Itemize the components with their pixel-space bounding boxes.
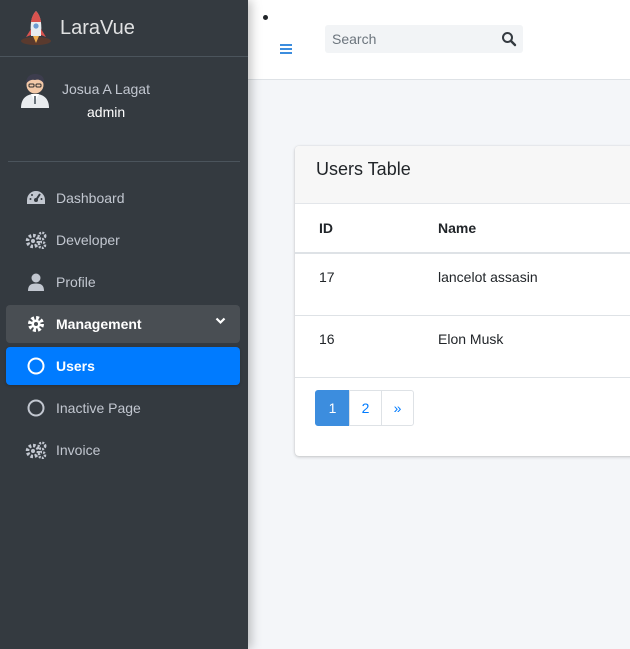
nav-label-dashboard: Dashboard	[56, 190, 125, 206]
tachometer-icon	[24, 188, 48, 208]
pagination: 1 2 »	[315, 390, 414, 426]
cell-name: lancelot assasin	[438, 253, 630, 316]
top-navbar	[248, 0, 630, 80]
circle-icon	[24, 398, 48, 418]
next-page-button[interactable]: »	[381, 390, 414, 426]
rocket-logo-icon	[21, 11, 51, 45]
table-row[interactable]: 16 Elon Musk	[295, 315, 630, 378]
page-1-button[interactable]: 1	[315, 390, 350, 426]
column-header-id: ID	[295, 204, 438, 254]
users-table: ID Name 17 lancelot assasin 16 Elon Musk	[295, 204, 630, 378]
menu-toggle-icon[interactable]	[278, 40, 294, 56]
nav-item-profile[interactable]: Profile	[6, 263, 240, 301]
users-table-card: Users Table ID Name 17 lancelot assasin …	[295, 146, 630, 456]
nav-item-management[interactable]: Management	[6, 305, 240, 343]
chevron-down-icon	[215, 317, 226, 325]
nav-item-developer[interactable]: Developer	[6, 221, 240, 259]
nav-item-dashboard[interactable]: Dashboard	[6, 179, 240, 217]
circle-icon	[24, 356, 48, 376]
card-title: Users Table	[316, 159, 411, 179]
column-header-name: Name	[438, 204, 630, 254]
brand-link[interactable]: LaraVue	[0, 0, 248, 57]
user-icon	[24, 272, 48, 292]
bullet-dot	[263, 15, 268, 20]
search-input[interactable]	[325, 31, 485, 47]
nav-item-users[interactable]: Users	[6, 347, 240, 385]
user-panel: Josua A Lagat admin	[8, 57, 240, 162]
cog-icon	[24, 314, 48, 334]
page-2-button[interactable]: 2	[349, 390, 382, 426]
user-role: admin	[87, 104, 126, 120]
nav-label-developer: Developer	[56, 232, 120, 248]
brand-name: LaraVue	[60, 16, 135, 39]
table-header-row: ID Name	[295, 204, 630, 254]
nav-label-inactive-page: Inactive Page	[56, 400, 141, 416]
cell-id: 17	[295, 253, 438, 316]
card-header: Users Table	[295, 146, 630, 204]
avatar[interactable]	[18, 72, 52, 108]
nav-label-management: Management	[56, 316, 142, 332]
nav-item-invoice[interactable]: Invoice	[6, 431, 240, 469]
user-name[interactable]: Josua A Lagat	[62, 81, 150, 97]
table-row[interactable]: 17 lancelot assasin	[295, 253, 630, 316]
cell-name: Elon Musk	[438, 315, 630, 378]
cogs-icon	[24, 230, 48, 250]
nav-label-users: Users	[56, 358, 95, 374]
sidebar-nav: Dashboard Developer Profile Management U…	[0, 179, 248, 469]
cell-id: 16	[295, 315, 438, 378]
search-box	[325, 25, 523, 53]
nav-label-invoice: Invoice	[56, 442, 101, 458]
nav-item-inactive-page[interactable]: Inactive Page	[6, 389, 240, 427]
search-icon[interactable]	[501, 31, 517, 47]
sidebar: LaraVue Josua A Lagat admin Dashboard De…	[0, 0, 248, 649]
nav-label-profile: Profile	[56, 274, 96, 290]
cogs-icon	[24, 440, 48, 460]
